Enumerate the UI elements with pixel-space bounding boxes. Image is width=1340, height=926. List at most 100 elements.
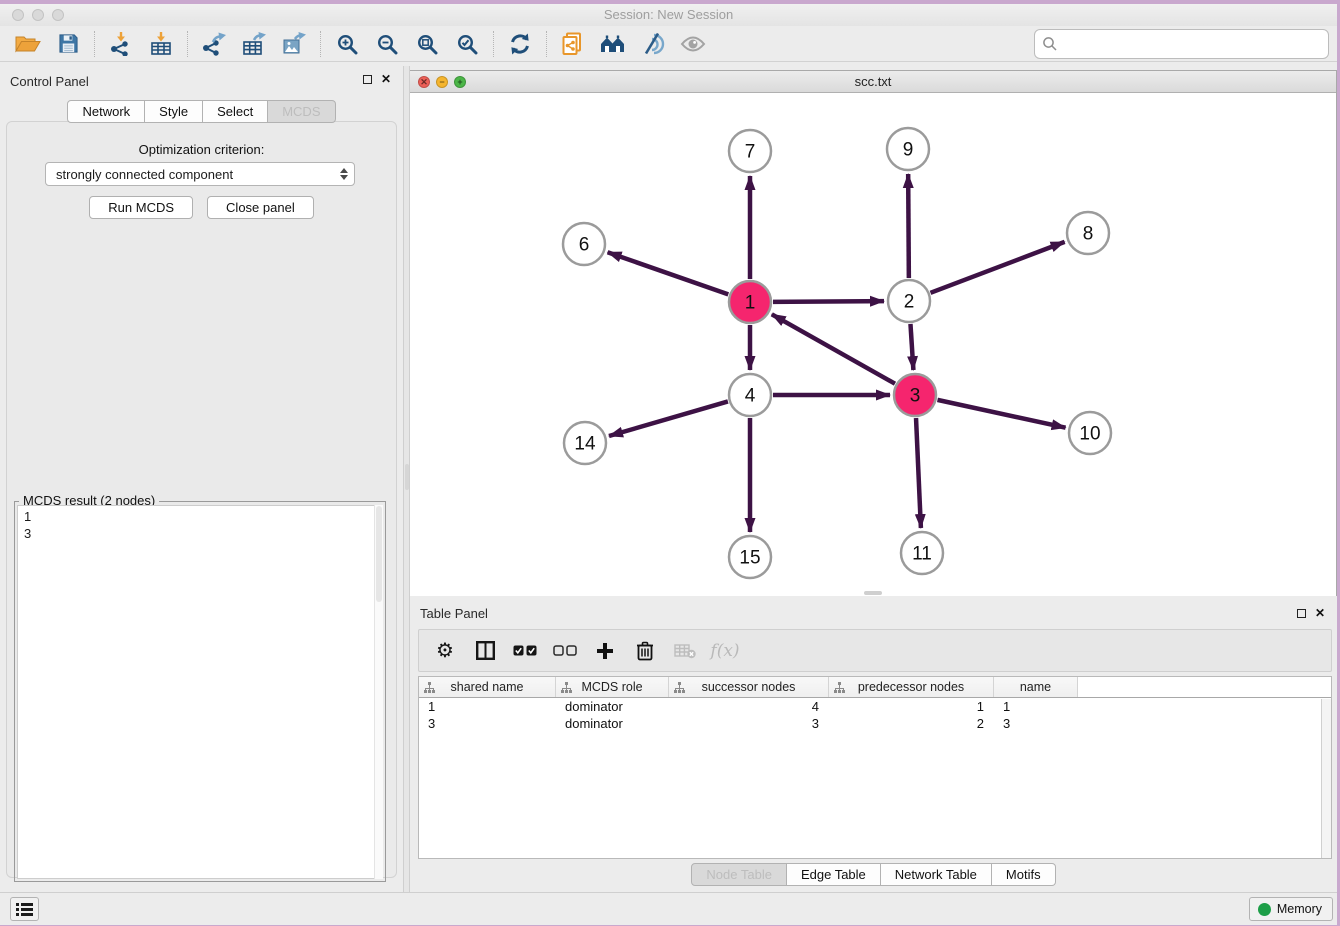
cell-name[interactable]: 1 xyxy=(994,698,1078,715)
import-table-button[interactable] xyxy=(141,28,181,60)
table-scrollbar[interactable] xyxy=(1321,699,1331,858)
table-row[interactable]: 3dominator323 xyxy=(419,715,1331,732)
control-panel-tabs: NetworkStyleSelectMCDS xyxy=(0,100,403,123)
export-image-button[interactable] xyxy=(274,28,314,60)
cell-MCDS-role[interactable]: dominator xyxy=(556,715,669,732)
node-label-6: 6 xyxy=(579,235,590,256)
edge-1-6[interactable] xyxy=(608,252,729,294)
export-table-button[interactable] xyxy=(234,28,274,60)
node-label-7: 7 xyxy=(745,142,756,163)
delete-columns-button[interactable] xyxy=(627,634,663,668)
column-header-shared-name[interactable]: shared name xyxy=(419,677,556,697)
add-column-button[interactable] xyxy=(587,634,623,668)
cell-shared-name[interactable]: 1 xyxy=(419,698,556,715)
search-input[interactable] xyxy=(1034,29,1329,59)
toggle-graphics-details-button[interactable] xyxy=(633,28,673,60)
table-toolbar: ⚙ f(x) xyxy=(418,629,1332,672)
export-network-button[interactable] xyxy=(194,28,234,60)
criterion-select[interactable]: strongly connected component xyxy=(45,162,355,186)
edge-1-2[interactable] xyxy=(773,301,884,302)
column-header-predecessor-nodes[interactable]: predecessor nodes xyxy=(829,677,994,697)
open-session-button[interactable] xyxy=(8,28,48,60)
columns-icon xyxy=(476,641,495,660)
home-houses-icon xyxy=(600,33,626,55)
import-network-button[interactable] xyxy=(101,28,141,60)
panel-splitter[interactable] xyxy=(403,66,410,892)
table-row[interactable]: 1dominator411 xyxy=(419,698,1331,715)
column-header-successor-nodes[interactable]: successor nodes xyxy=(669,677,829,697)
table-settings-button[interactable]: ⚙ xyxy=(427,634,463,668)
deselect-all-button[interactable] xyxy=(547,634,583,668)
edge-2-3[interactable] xyxy=(910,324,913,370)
edge-3-1[interactable] xyxy=(772,314,895,383)
cell-predecessor-nodes[interactable]: 2 xyxy=(829,715,994,732)
zoom-in-button[interactable] xyxy=(327,28,367,60)
cell-shared-name[interactable]: 3 xyxy=(419,715,556,732)
show-annotations-button[interactable] xyxy=(673,28,713,60)
zoom-out-button[interactable] xyxy=(367,28,407,60)
tab-network-table[interactable]: Network Table xyxy=(881,863,992,886)
control-panel-title: Control Panel xyxy=(10,74,89,89)
save-session-button[interactable] xyxy=(48,28,88,60)
unchecked-boxes-icon xyxy=(553,645,577,656)
table-body: 1dominator4113dominator323 xyxy=(419,698,1331,732)
network-canvas[interactable]: 7968124314101511 xyxy=(410,93,1336,596)
canvas-resize-grip[interactable] xyxy=(864,591,882,595)
network-from-file-button[interactable] xyxy=(553,28,593,60)
result-scrollbar[interactable] xyxy=(374,505,383,879)
cell-MCDS-role[interactable]: dominator xyxy=(556,698,669,715)
task-history-button[interactable] xyxy=(10,897,39,921)
cell-successor-nodes[interactable]: 4 xyxy=(669,698,829,715)
network-titlebar: ✕−+ scc.txt xyxy=(410,71,1336,93)
column-header-MCDS-role[interactable]: MCDS role xyxy=(556,677,669,697)
select-all-button[interactable] xyxy=(507,634,543,668)
function-builder-button[interactable]: f(x) xyxy=(707,634,743,668)
apply-layout-button[interactable] xyxy=(500,28,540,60)
close-table-panel-icon[interactable]: ✕ xyxy=(1315,609,1325,618)
edge-2-8[interactable] xyxy=(931,242,1065,293)
toolbar-separator xyxy=(320,31,321,57)
column-header-name[interactable]: name xyxy=(994,677,1078,697)
zoom-out-icon xyxy=(376,33,398,55)
import-network-icon xyxy=(109,32,133,56)
cell-successor-nodes[interactable]: 3 xyxy=(669,715,829,732)
cell-predecessor-nodes[interactable]: 1 xyxy=(829,698,994,715)
run-mcds-button[interactable]: Run MCDS xyxy=(89,196,193,219)
mcds-result-line: 1 xyxy=(24,508,382,525)
tab-style[interactable]: Style xyxy=(145,100,203,123)
memory-button[interactable]: Memory xyxy=(1249,897,1333,921)
zoom-in-icon xyxy=(336,33,358,55)
memory-status-dot xyxy=(1258,903,1271,916)
edge-3-10[interactable] xyxy=(937,400,1065,428)
tab-edge-table[interactable]: Edge Table xyxy=(787,863,881,886)
tab-motifs[interactable]: Motifs xyxy=(992,863,1056,886)
main-toolbar xyxy=(0,26,1337,62)
edge-3-11[interactable] xyxy=(916,418,921,528)
zoom-selected-button[interactable] xyxy=(447,28,487,60)
float-panel-icon[interactable] xyxy=(363,75,372,84)
zoom-fit-button[interactable] xyxy=(407,28,447,60)
float-table-panel-icon[interactable] xyxy=(1297,609,1306,618)
edge-4-14[interactable] xyxy=(609,401,728,436)
node-label-14: 14 xyxy=(574,434,596,455)
network-title: scc.txt xyxy=(410,74,1336,89)
status-bar: Memory xyxy=(0,892,1337,925)
tab-node-table[interactable]: Node Table xyxy=(691,863,787,886)
delete-table-button[interactable] xyxy=(667,634,703,668)
tab-mcds[interactable]: MCDS xyxy=(268,100,335,123)
table-panel: Table Panel ✕ ⚙ f(x) xyxy=(410,600,1337,892)
open-folder-icon xyxy=(15,33,41,55)
close-panel-button[interactable]: Close panel xyxy=(207,196,314,219)
mcds-result-list[interactable]: 13 xyxy=(17,505,383,879)
tab-select[interactable]: Select xyxy=(203,100,268,123)
home-button[interactable] xyxy=(593,28,633,60)
main-titlebar: Session: New Session xyxy=(0,4,1337,26)
edge-2-9[interactable] xyxy=(908,174,909,278)
node-table: shared nameMCDS rolesuccessor nodesprede… xyxy=(418,676,1332,859)
toolbar-separator xyxy=(546,31,547,57)
show-columns-button[interactable] xyxy=(467,634,503,668)
close-panel-icon[interactable]: ✕ xyxy=(381,75,391,84)
tab-network[interactable]: Network xyxy=(67,100,145,123)
cell-name[interactable]: 3 xyxy=(994,715,1078,732)
select-stepper-icon xyxy=(340,168,348,180)
